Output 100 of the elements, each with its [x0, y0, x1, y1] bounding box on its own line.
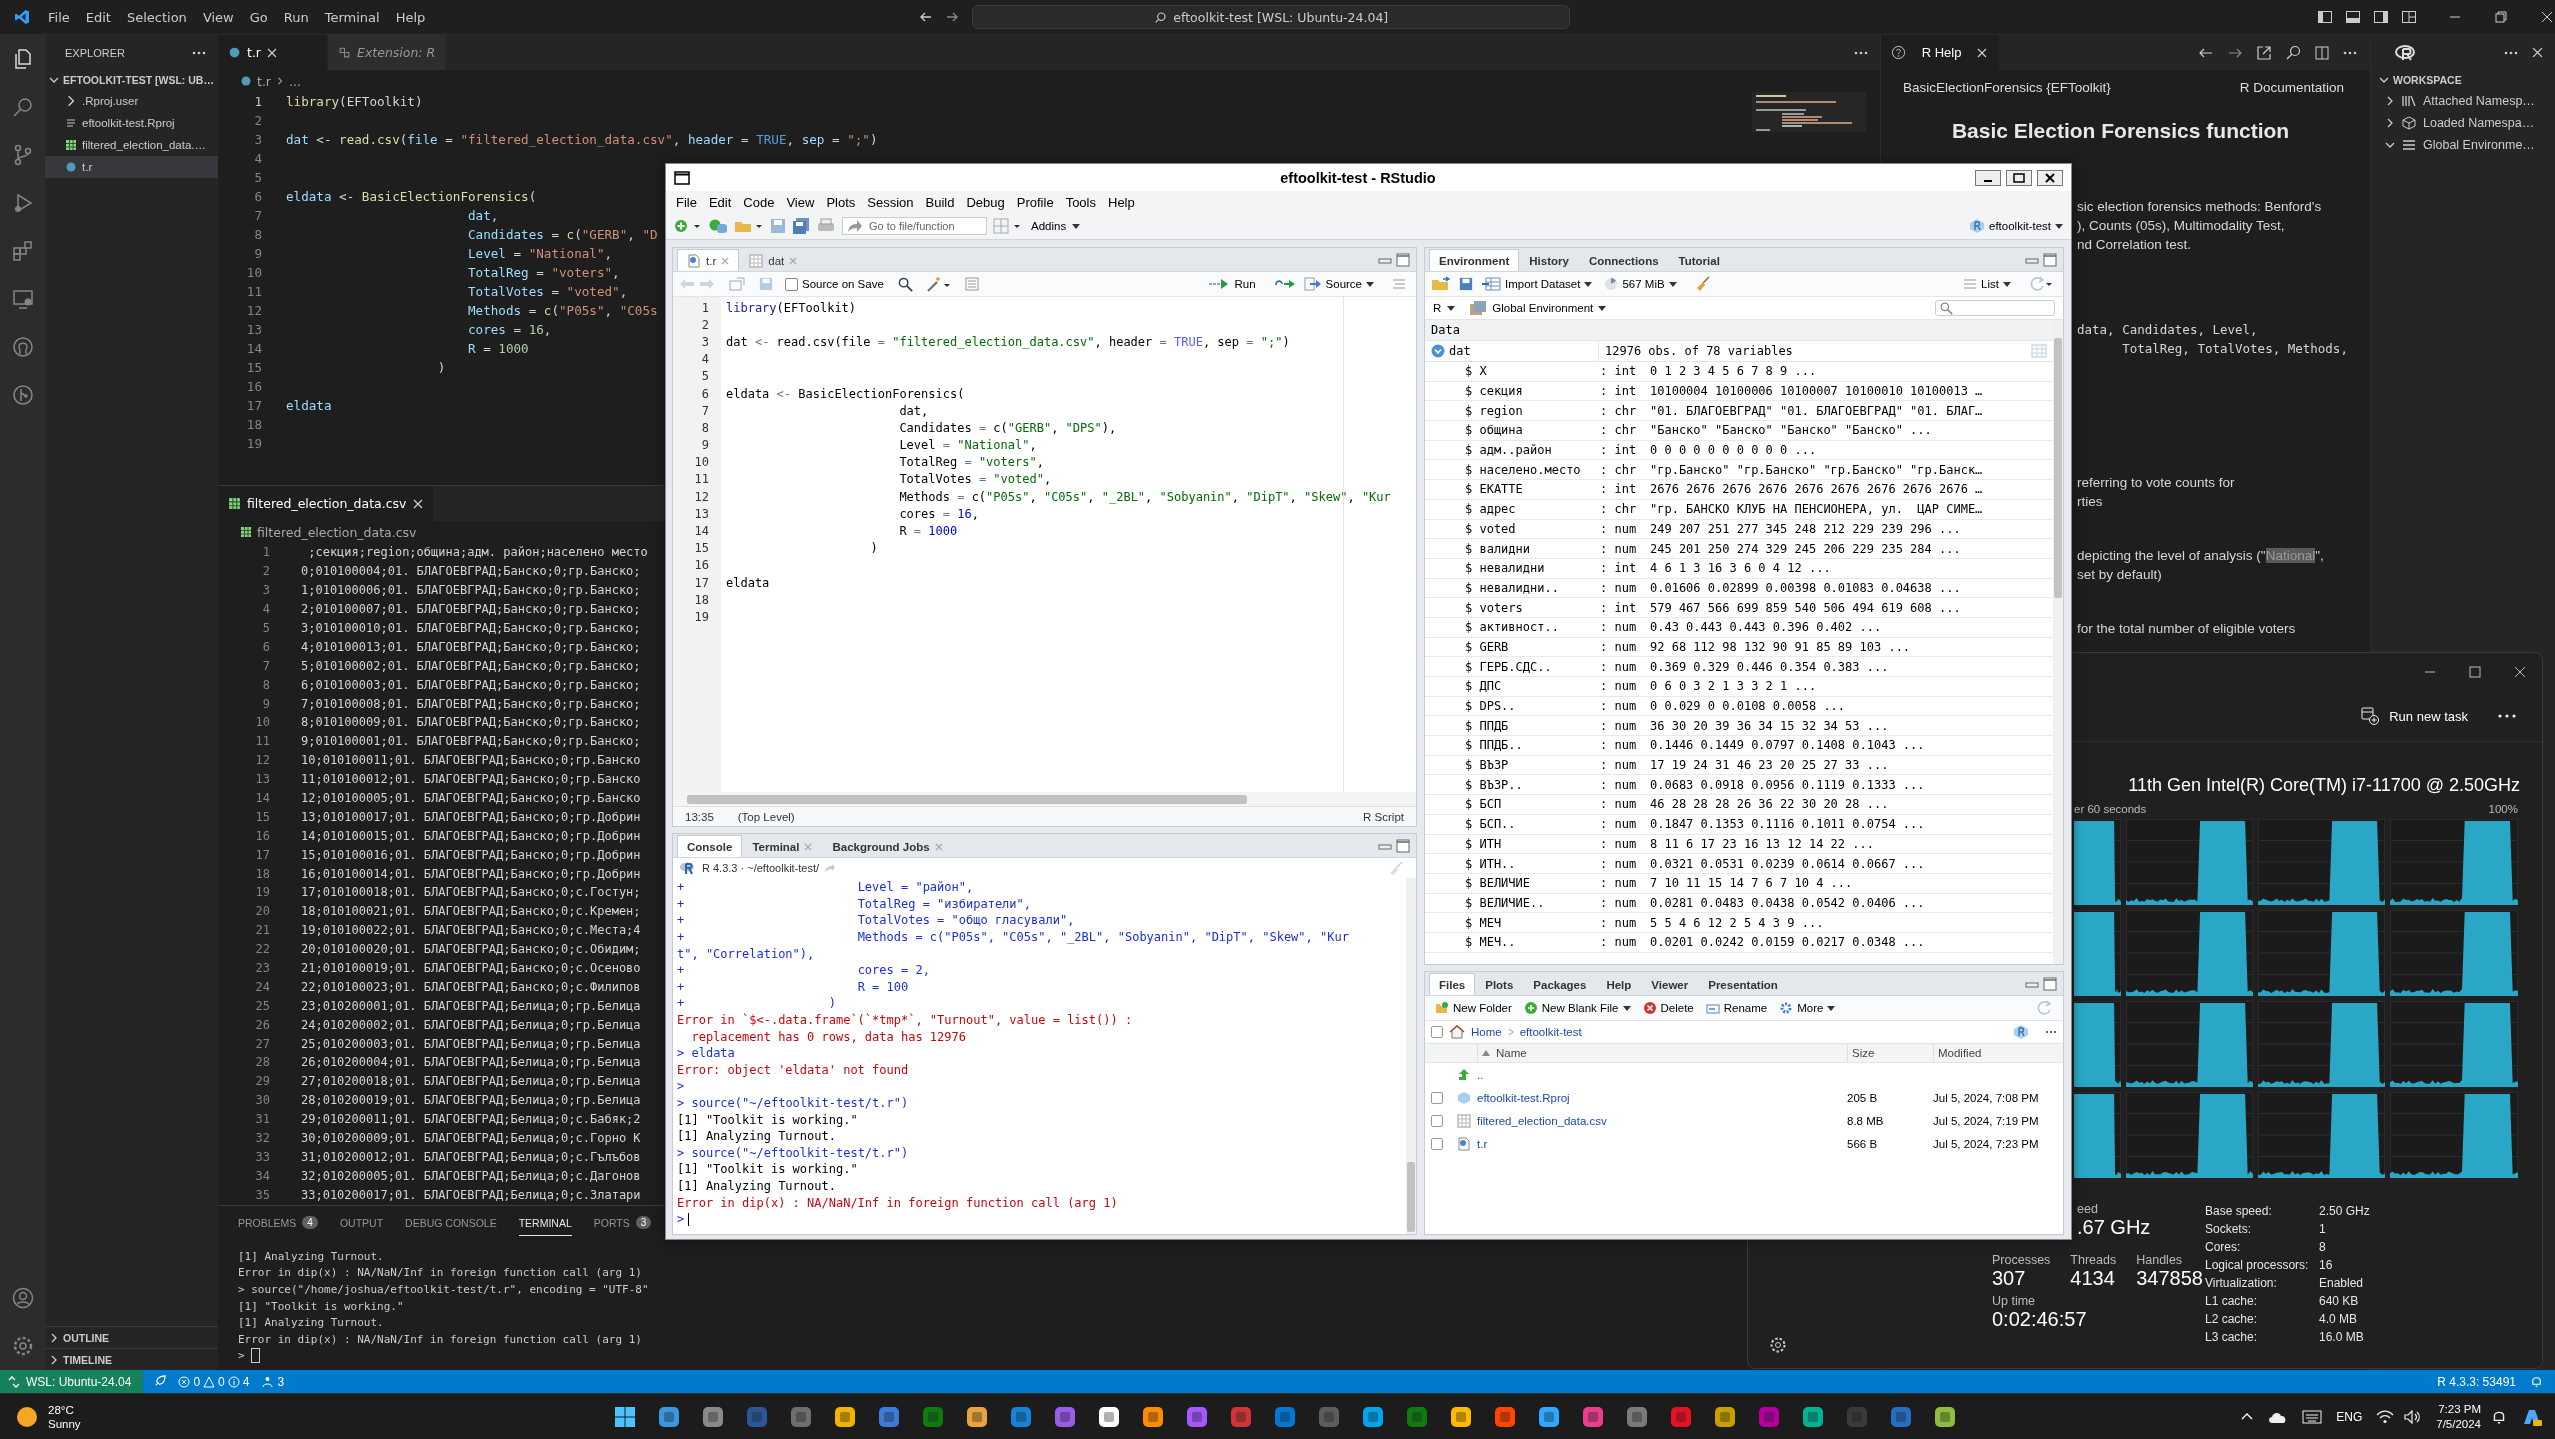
menu-item[interactable]: Tools: [1065, 194, 1096, 210]
extensions-icon[interactable]: [10, 239, 35, 263]
pane-tab[interactable]: Connections: [1578, 249, 1669, 271]
minimize-pane-icon[interactable]: [2025, 979, 2039, 988]
app-icon[interactable]: [1801, 1404, 1826, 1429]
search-icon[interactable]: [2285, 44, 2301, 61]
split-editor-icon[interactable]: [2314, 44, 2330, 61]
menu-item[interactable]: Go: [241, 9, 276, 25]
app-icon[interactable]: [1097, 1404, 1122, 1429]
minimize-icon[interactable]: [1975, 169, 2001, 186]
rerun-icon[interactable]: [1273, 277, 1296, 291]
column-header[interactable]: Modified: [1933, 1044, 2063, 1062]
menu-item[interactable]: Build: [925, 194, 955, 210]
windows-logo-icon[interactable]: [613, 1404, 638, 1429]
column-header[interactable]: Name: [1477, 1044, 1847, 1062]
app-icon[interactable]: [1933, 1404, 1958, 1429]
save-icon[interactable]: [1459, 277, 1473, 291]
project-menu[interactable]: eftoolkit-test: [1969, 218, 2063, 234]
file-link[interactable]: eftoolkit-test.Rproj: [1477, 1091, 1847, 1104]
editor-tab[interactable]: R Help: [1881, 35, 1999, 70]
path-link[interactable]: eftoolkit-test: [1519, 1026, 1582, 1038]
r-session-status[interactable]: R 4.3.3: 53491: [2437, 1374, 2516, 1389]
problems-indicator[interactable]: 0 0 4: [178, 1374, 250, 1389]
pane-tab[interactable]: Help: [1596, 973, 1642, 995]
home-icon[interactable]: [1449, 1025, 1465, 1039]
project-icon[interactable]: [2013, 1024, 2029, 1040]
pane-tab[interactable]: Plots: [1475, 973, 1524, 995]
pane-tab[interactable]: Environment: [1429, 249, 1520, 271]
more-icon[interactable]: [2343, 50, 2357, 55]
vertical-scrollbar[interactable]: [2053, 320, 2063, 964]
object-name[interactable]: dat: [1449, 344, 1471, 358]
save-all-icon[interactable]: [792, 218, 810, 234]
clock[interactable]: 7:23 PM 7/5/2024: [2436, 1401, 2481, 1432]
maximize-icon[interactable]: [2006, 169, 2032, 186]
row-checkbox[interactable]: [1431, 1137, 1443, 1150]
addins-menu[interactable]: Addins: [1031, 220, 1067, 232]
menu-item[interactable]: Profile: [1016, 194, 1054, 210]
menu-item[interactable]: View: [194, 9, 242, 25]
chevron-icon[interactable]: [49, 75, 59, 85]
file-tree-item[interactable]: t.r: [45, 156, 218, 178]
path-link[interactable]: Home: [1471, 1026, 1502, 1038]
breadcrumb-item[interactable]: ...: [289, 73, 301, 89]
language-selector[interactable]: R: [1433, 302, 1442, 314]
wifi-icon[interactable]: [2376, 1409, 2395, 1424]
panel-tab[interactable]: PROBLEMS 4: [238, 1210, 318, 1236]
search-field[interactable]: [1935, 300, 2055, 316]
editor-tab[interactable]: t.r: [218, 35, 328, 70]
toolbar-button[interactable]: Delete: [1638, 1001, 1698, 1015]
menu-item[interactable]: Help: [1108, 194, 1135, 210]
layout-icon[interactable]: [2317, 9, 2333, 25]
file-link[interactable]: ..: [1477, 1068, 1847, 1081]
file-tree-item[interactable]: .Rproj.user: [45, 90, 218, 112]
toolbar-button[interactable]: Rename: [1701, 1001, 1772, 1015]
import-dataset-button[interactable]: Import Dataset: [1477, 277, 1597, 291]
maximize-pane-icon[interactable]: [1396, 838, 1410, 853]
app-icon[interactable]: [1361, 1404, 1386, 1429]
menu-item[interactable]: Edit: [77, 9, 119, 25]
more-icon[interactable]: [2504, 50, 2518, 55]
toolbar-button[interactable]: New Folder: [1431, 1001, 1516, 1015]
maximize-icon[interactable]: [2469, 666, 2481, 678]
close-icon[interactable]: [2541, 11, 2553, 23]
view-mode-button[interactable]: List: [1959, 278, 2015, 290]
vertical-scrollbar[interactable]: [1406, 878, 1416, 1234]
r-logo-icon[interactable]: [2395, 43, 2417, 62]
menu-item[interactable]: Edit: [708, 194, 732, 210]
language-indicator[interactable]: ENG: [2336, 1409, 2363, 1424]
row-checkbox[interactable]: [1431, 1091, 1443, 1104]
memory-usage-button[interactable]: 567 MiB: [1600, 277, 1681, 291]
maximize-pane-icon[interactable]: [2043, 976, 2057, 991]
layout-icon[interactable]: [2345, 9, 2361, 25]
panel-tab[interactable]: OUTPUT: [339, 1210, 384, 1236]
speaker-icon[interactable]: [2404, 1409, 2423, 1424]
app-icon[interactable]: [1449, 1404, 1474, 1429]
close-icon[interactable]: [2514, 666, 2526, 678]
pane-tab[interactable]: Presentation: [1698, 973, 1788, 995]
up-arrow-icon[interactable]: [1457, 1067, 1471, 1082]
app-icon[interactable]: [1537, 1404, 1562, 1429]
horizontal-scrollbar[interactable]: [673, 792, 1416, 806]
panel-tab[interactable]: DEBUG CONSOLE: [405, 1210, 497, 1236]
app-icon[interactable]: [965, 1404, 990, 1429]
more-icon[interactable]: [192, 50, 206, 55]
app-icon[interactable]: [833, 1404, 858, 1429]
pane-tab[interactable]: Tutorial: [1668, 249, 1730, 271]
panel-tab[interactable]: PORTS 3: [593, 1210, 652, 1236]
pane-tab[interactable]: Packages: [1523, 973, 1597, 995]
file-link[interactable]: t.r: [1477, 1137, 1847, 1150]
close-icon[interactable]: [412, 498, 423, 509]
column-header[interactable]: Size: [1847, 1044, 1933, 1062]
file-tree-item[interactable]: eftoolkit-test.Rproj: [45, 112, 218, 134]
menu-item[interactable]: Help: [387, 9, 434, 25]
pane-tab[interactable]: Console: [677, 835, 743, 857]
menu-item[interactable]: Run: [275, 9, 317, 25]
close-icon[interactable]: [1977, 47, 1987, 58]
expand-toggle-icon[interactable]: [1431, 344, 1445, 358]
tree-item[interactable]: Global Environme…: [2371, 134, 2555, 156]
select-all-checkbox[interactable]: [1431, 1026, 1443, 1038]
menu-item[interactable]: Code: [743, 194, 775, 210]
file-link[interactable]: filtered_election_data.csv: [1477, 1114, 1847, 1127]
editor-tab[interactable]: t.r: [677, 249, 740, 271]
menu-item[interactable]: Session: [867, 194, 914, 210]
